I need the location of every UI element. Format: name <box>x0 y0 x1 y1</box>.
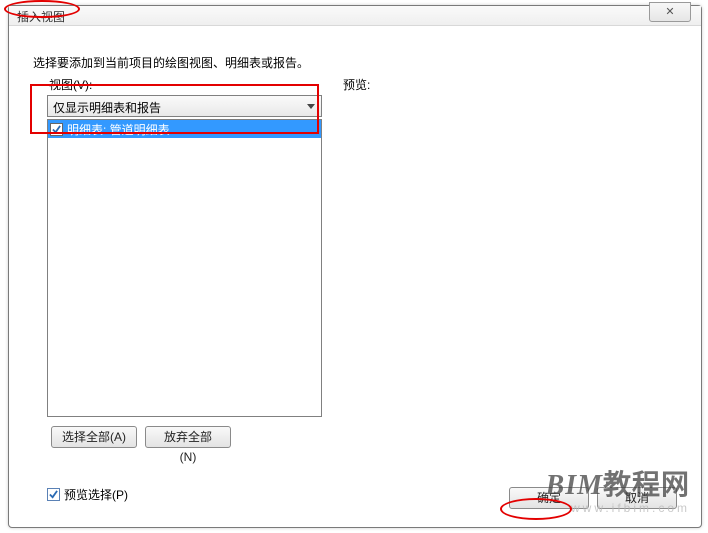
title-bar: 插入视图 ✕ <box>9 6 701 26</box>
list-item[interactable]: 明细表: 管道明细表 <box>48 120 321 138</box>
preview-select-row: 预览选择(P) <box>47 486 128 503</box>
preview-select-checkbox[interactable] <box>47 488 60 501</box>
chevron-down-icon <box>303 98 319 114</box>
dialog-title: 插入视图 <box>17 8 65 25</box>
view-label: 视图(V): <box>49 76 92 93</box>
list-item-label: 明细表: 管道明细表 <box>67 121 170 138</box>
abandon-all-button[interactable]: 放弃全部(N) <box>145 426 231 448</box>
checkbox-checked-icon[interactable] <box>50 123 63 136</box>
preview-label: 预览: <box>343 76 370 93</box>
select-all-button[interactable]: 选择全部(A) <box>51 426 137 448</box>
views-listbox[interactable]: 明细表: 管道明细表 <box>47 119 322 417</box>
dialog-body: 选择要添加到当前项目的绘图视图、明细表或报告。 视图(V): 预览: 仅显示明细… <box>23 36 687 513</box>
dropdown-value: 仅显示明细表和报告 <box>53 99 161 116</box>
close-button[interactable]: ✕ <box>649 2 691 22</box>
cancel-button[interactable]: 取消 <box>597 487 677 509</box>
view-filter-dropdown[interactable]: 仅显示明细表和报告 <box>47 95 322 117</box>
close-icon: ✕ <box>665 6 674 18</box>
instruction-text: 选择要添加到当前项目的绘图视图、明细表或报告。 <box>33 54 309 71</box>
insert-view-dialog: 插入视图 ✕ 选择要添加到当前项目的绘图视图、明细表或报告。 视图(V): 预览… <box>8 5 702 528</box>
preview-select-label: 预览选择(P) <box>64 486 128 503</box>
ok-button[interactable]: 确定 <box>509 487 589 509</box>
